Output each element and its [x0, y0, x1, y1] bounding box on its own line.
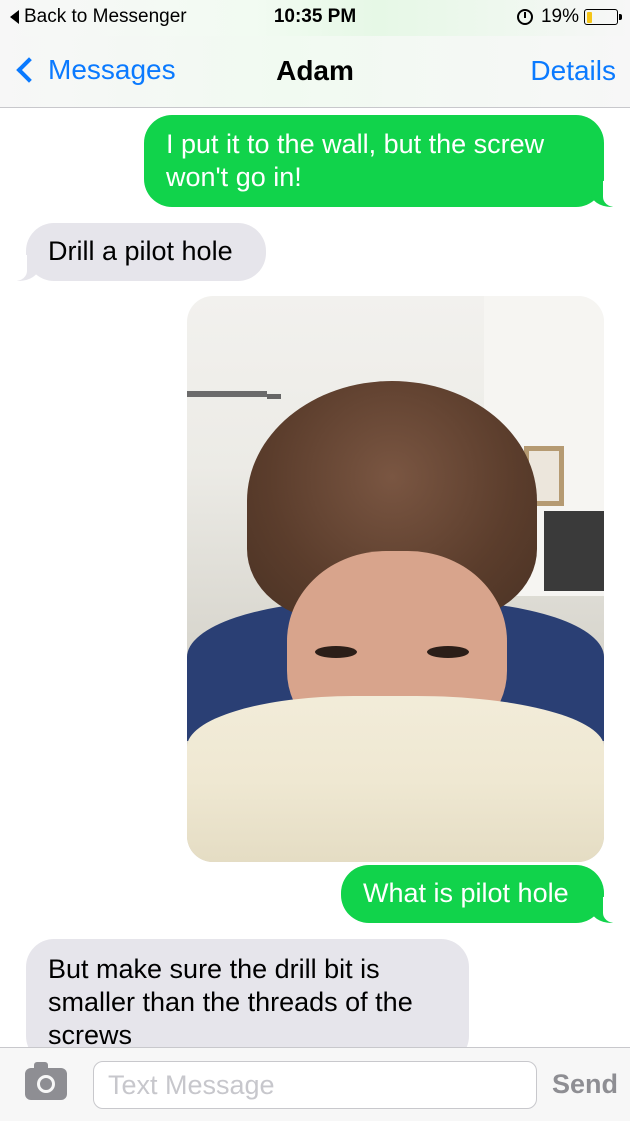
- photo-pole: [267, 394, 281, 399]
- photo-pillow: [187, 696, 604, 862]
- chevron-left-icon: [16, 57, 42, 83]
- photo-message[interactable]: [187, 296, 604, 862]
- send-button[interactable]: Send: [552, 1069, 618, 1100]
- sent-message-bubble[interactable]: What is pilot hole: [341, 865, 623, 923]
- battery-percentage: 19%: [540, 6, 579, 27]
- bubble-tail: [591, 181, 623, 207]
- photo-right-eye: [427, 646, 469, 658]
- camera-icon[interactable]: [25, 1062, 67, 1100]
- photo-shelf: [187, 391, 267, 397]
- message-text: I put it to the wall, but the screw won'…: [166, 129, 545, 192]
- battery-level: [586, 11, 592, 23]
- photo-left-eye: [315, 646, 357, 658]
- back-button-label: Messages: [48, 54, 176, 85]
- alarm-clock-icon: [516, 9, 533, 25]
- navigation-bar: Messages Adam Details: [0, 36, 630, 108]
- back-to-messages-button[interactable]: Messages: [14, 54, 176, 86]
- message-text: What is pilot hole: [363, 878, 569, 908]
- message-text: Drill a pilot hole: [48, 236, 233, 266]
- received-message-bubble[interactable]: Drill a pilot hole: [7, 223, 266, 281]
- battery-icon: [584, 9, 622, 25]
- details-button[interactable]: Details: [530, 55, 616, 87]
- message-composer: Send: [0, 1047, 630, 1121]
- received-message-bubble[interactable]: But make sure the drill bit is smaller t…: [26, 939, 469, 1064]
- message-text: But make sure the drill bit is smaller t…: [48, 954, 413, 1050]
- camera-lens: [37, 1075, 55, 1093]
- bubble-tail: [591, 897, 623, 923]
- status-bar: Back to Messenger 10:35 PM 19%: [0, 0, 630, 36]
- sent-message-bubble[interactable]: I put it to the wall, but the screw won'…: [144, 115, 623, 207]
- battery-tip: [619, 14, 622, 20]
- photo-tv: [544, 511, 604, 591]
- message-input[interactable]: [93, 1061, 537, 1109]
- selfie-photo: [187, 296, 604, 862]
- bubble-tail: [7, 255, 39, 281]
- status-indicators: 19%: [516, 6, 622, 28]
